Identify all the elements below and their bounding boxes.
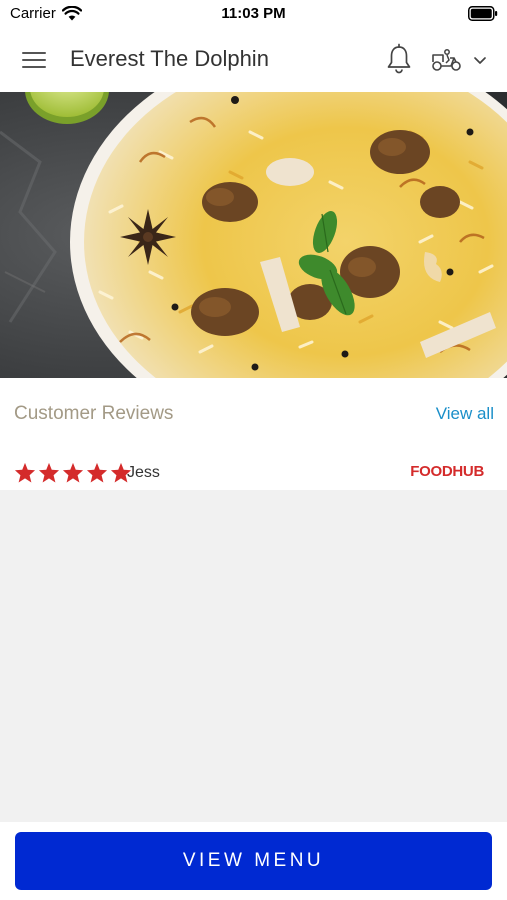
- bell-icon[interactable]: [384, 43, 414, 75]
- hero-image: [0, 92, 507, 378]
- status-bar: Carrier 11:03 PM: [0, 0, 507, 28]
- view-menu-button[interactable]: VIEW MENU: [15, 832, 492, 890]
- bottom-action-bar: VIEW MENU: [0, 822, 507, 900]
- review-item[interactable]: Jess FOODHUB: [14, 462, 494, 484]
- hamburger-menu-icon[interactable]: [22, 49, 48, 71]
- chevron-down-icon[interactable]: [472, 53, 488, 67]
- reviewer-name: Jess: [127, 464, 160, 481]
- customer-reviews-section: Customer Reviews View all Jess FOODHUB: [0, 378, 507, 490]
- star-icon: [38, 462, 60, 483]
- view-all-link[interactable]: View all: [436, 404, 494, 424]
- status-time: 11:03 PM: [221, 5, 286, 22]
- biryani-dish-photo: [0, 92, 507, 378]
- star-icon: [62, 462, 84, 483]
- star-icon: [86, 462, 108, 483]
- section-title: Customer Reviews: [14, 403, 174, 424]
- battery-icon: [468, 6, 498, 21]
- delivery-scooter-icon[interactable]: [430, 48, 464, 72]
- review-source-logo: FOODHUB: [410, 463, 484, 480]
- restaurant-title: Everest The Dolphin: [70, 46, 269, 71]
- star-rating: [14, 462, 132, 483]
- app-header: Everest The Dolphin: [0, 28, 507, 92]
- star-icon: [14, 462, 36, 483]
